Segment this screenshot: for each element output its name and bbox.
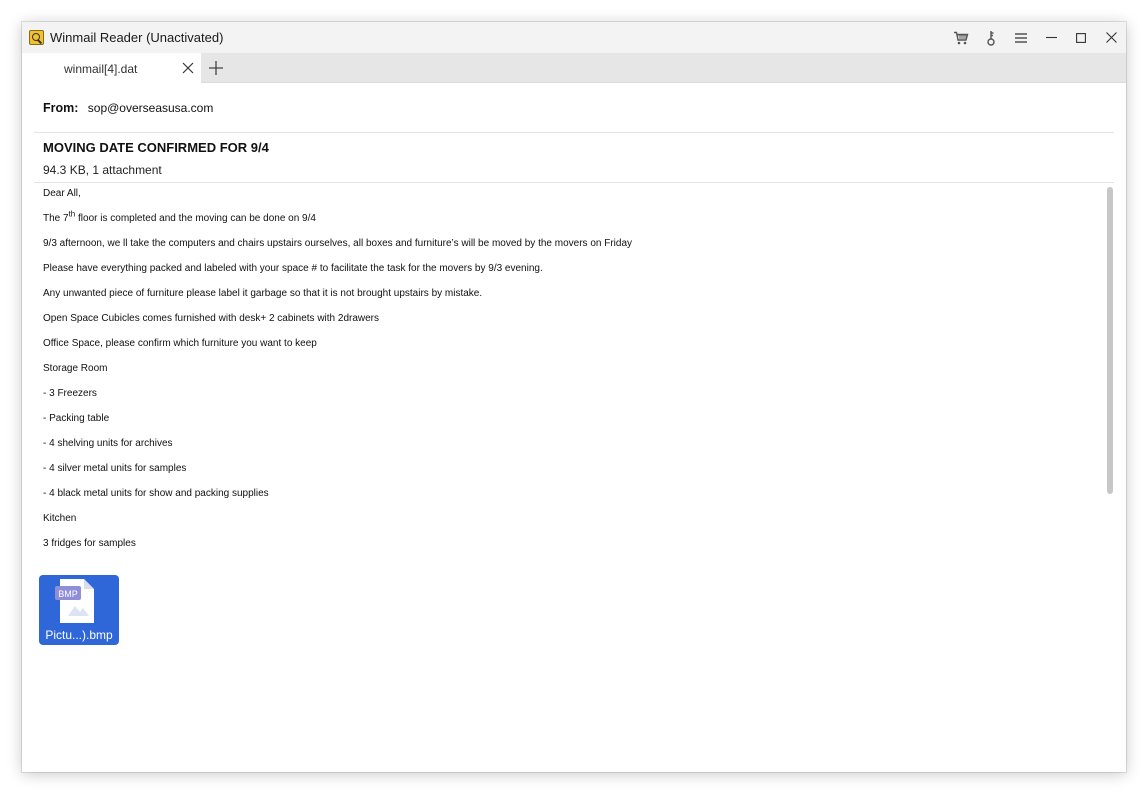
body-line: Please have everything packed and labele… [43, 263, 543, 274]
buy-button[interactable] [946, 22, 976, 53]
minimize-icon [1045, 36, 1057, 39]
body-line: 3 fridges for samples [43, 538, 136, 549]
body-divider [34, 182, 1114, 183]
body-line: - 4 silver metal units for samples [43, 463, 187, 474]
title-controls [946, 22, 1126, 53]
body-line: The 7th floor is completed and the movin… [43, 209, 316, 224]
body-line: Dear All, [43, 188, 81, 199]
email-subject: MOVING DATE CONFIRMED FOR 9/4 [43, 140, 269, 155]
attachment-type-badge: BMP [58, 589, 78, 599]
tab-winmail-dat[interactable]: winmail[4].dat [22, 53, 201, 83]
hamburger-menu-icon [1015, 32, 1027, 43]
body-line: Kitchen [43, 513, 77, 524]
email-meta: 94.3 KB, 1 attachment [43, 163, 162, 177]
header-divider [34, 132, 1114, 133]
window-title: Winmail Reader (Unactivated) [50, 30, 224, 45]
from-address: sop@overseasusa.com [87, 101, 214, 115]
close-window-button[interactable] [1096, 22, 1126, 53]
minimize-button[interactable] [1036, 22, 1066, 53]
app-window: Winmail Reader (Unactivated) winmail[4].… [22, 22, 1126, 772]
body-line: Open Space Cubicles comes furnished with… [43, 313, 380, 324]
activate-button[interactable] [976, 22, 1006, 53]
body-line: - Packing table [43, 413, 110, 424]
from-label: From: [43, 101, 79, 115]
body-line: Office Space, please confirm which furni… [43, 338, 317, 349]
plus-icon[interactable] [207, 59, 225, 77]
menu-button[interactable] [1006, 22, 1036, 53]
app-logo-icon [29, 30, 44, 45]
title-bar: Winmail Reader (Unactivated) [22, 22, 1126, 53]
tab-bar: winmail[4].dat [22, 53, 1126, 83]
maximize-button[interactable] [1066, 22, 1096, 53]
from-row: From: sop@overseasusa.com [43, 101, 213, 115]
vertical-scrollbar[interactable] [1107, 187, 1113, 494]
body-line: - 3 Freezers [43, 388, 97, 399]
body-line: - 4 black metal units for show and packi… [43, 488, 269, 499]
close-icon[interactable] [182, 62, 194, 74]
close-icon [1105, 32, 1117, 43]
cart-icon [954, 31, 969, 44]
bmp-file-icon: BMP [55, 579, 94, 623]
attachment-name: Pictu...).bmp [45, 628, 113, 642]
body-line: 9/3 afternoon, we ll take the computers … [43, 238, 632, 249]
key-icon [987, 30, 995, 46]
body-line: Storage Room [43, 363, 108, 374]
email-body: Dear All, The 7th floor is completed and… [43, 188, 1093, 563]
tab-label: winmail[4].dat [64, 62, 138, 76]
maximize-icon [1076, 32, 1086, 43]
body-line: Any unwanted piece of furniture please l… [43, 288, 483, 299]
attachment-item[interactable]: BMP Pictu...).bmp [39, 575, 119, 645]
body-line: - 4 shelving units for archives [43, 438, 173, 449]
